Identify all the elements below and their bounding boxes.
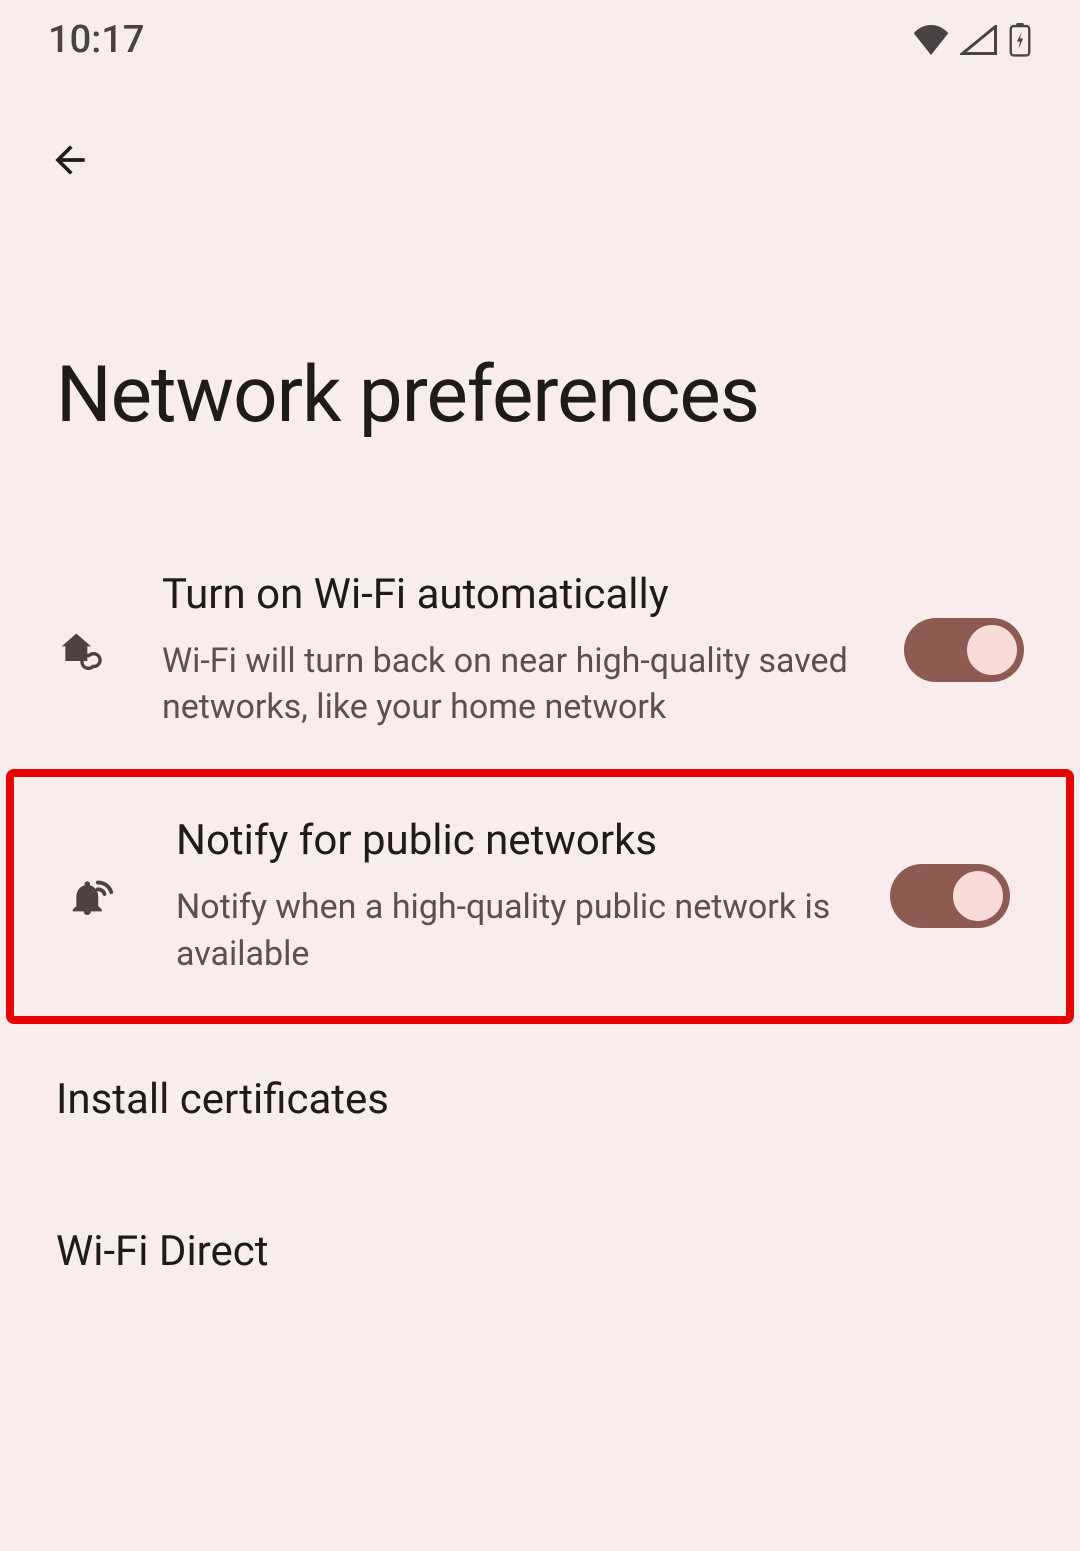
status-icons <box>912 23 1032 57</box>
setting-wifi-direct[interactable]: Wi‑Fi Direct <box>0 1176 1080 1329</box>
setting-install-certificates[interactable]: Install certificates <box>0 1024 1080 1177</box>
setting-subtitle: Wi‑Fi will turn back on near high‑qualit… <box>162 638 884 732</box>
setting-notify-public[interactable]: Notify for public networks Notify when a… <box>14 777 1066 1015</box>
setting-title: Wi‑Fi Direct <box>56 1226 1004 1279</box>
status-bar: 10:17 <box>0 0 1080 80</box>
toggle-knob <box>967 625 1017 675</box>
setting-content: Notify for public networks Notify when a… <box>176 815 890 977</box>
page-title: Network preferences <box>56 350 1080 441</box>
toggle-knob <box>953 871 1003 921</box>
notify-public-toggle[interactable] <box>890 864 1010 928</box>
wifi-status-icon <box>912 25 950 55</box>
battery-status-icon <box>1008 23 1032 57</box>
settings-list: Turn on Wi‑Fi automatically Wi‑Fi will t… <box>0 531 1080 1329</box>
setting-auto-wifi[interactable]: Turn on Wi‑Fi automatically Wi‑Fi will t… <box>0 531 1080 769</box>
arrow-back-icon <box>48 138 92 182</box>
bell-wifi-icon <box>70 872 118 920</box>
setting-title: Turn on Wi‑Fi automatically <box>162 569 884 622</box>
status-time: 10:17 <box>48 18 144 62</box>
setting-title: Notify for public networks <box>176 815 870 868</box>
signal-status-icon <box>960 25 998 55</box>
setting-title: Install certificates <box>56 1074 1004 1127</box>
setting-content: Wi‑Fi Direct <box>56 1226 1024 1279</box>
setting-subtitle: Notify when a high‑quality public networ… <box>176 884 870 978</box>
back-button[interactable] <box>40 130 100 190</box>
home-auto-icon <box>56 626 104 674</box>
setting-content: Turn on Wi‑Fi automatically Wi‑Fi will t… <box>162 569 904 731</box>
highlighted-setting: Notify for public networks Notify when a… <box>6 769 1074 1023</box>
setting-content: Install certificates <box>56 1074 1024 1127</box>
auto-wifi-toggle[interactable] <box>904 618 1024 682</box>
